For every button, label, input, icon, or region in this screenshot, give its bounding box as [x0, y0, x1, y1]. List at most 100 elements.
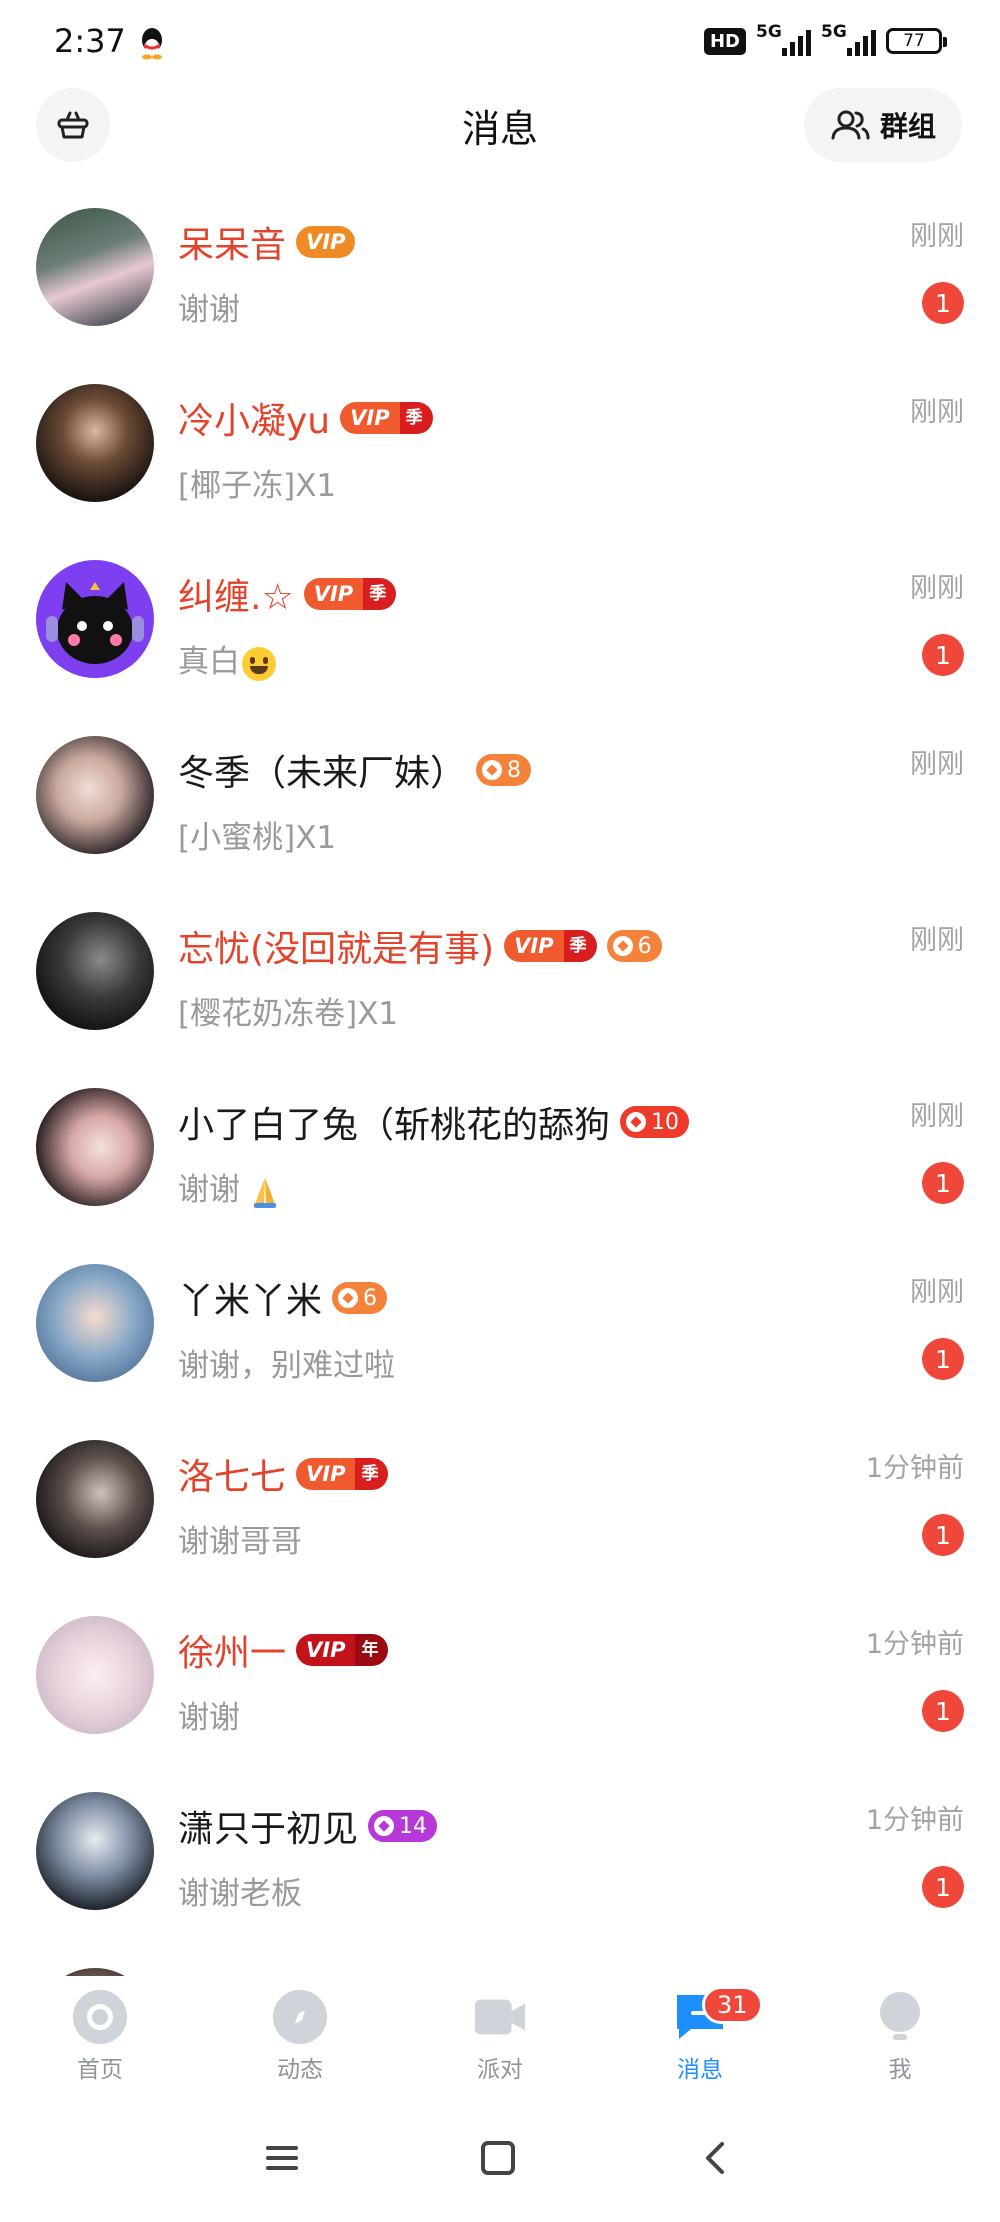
message-count-badge: 31 [702, 1986, 763, 2024]
avatar[interactable] [36, 1264, 154, 1382]
conversation-item[interactable]: 忘忧(没回就是有事) VIP 季 6 [樱花奶冻卷]X1 刚刚 [0, 900, 1000, 1076]
unread-badge: 1 [922, 1162, 964, 1204]
system-nav-bar [0, 2120, 1000, 2220]
message-preview: [樱花奶冻卷]X1 [178, 996, 399, 1032]
unread-badge: 1 [922, 1690, 964, 1732]
home-nav-icon[interactable] [478, 2138, 518, 2178]
avatar[interactable] [36, 384, 154, 502]
profile-icon [873, 1990, 927, 2044]
message-preview: 真白 [178, 636, 276, 681]
avatar[interactable] [36, 1616, 154, 1734]
tab-feed[interactable]: 动态 [200, 1990, 400, 2100]
avatar[interactable] [36, 1088, 154, 1206]
unread-badge: 1 [922, 282, 964, 324]
conversation-item[interactable]: 冬季（未来厂妹） 8 [小蜜桃]X1 刚刚 [0, 724, 1000, 900]
battery-icon: 77 [886, 28, 947, 54]
message-time: 1分钟前 [865, 1453, 964, 1484]
avatar[interactable] [36, 912, 154, 1030]
conversation-item[interactable]: 洛七七 VIP 季 谢谢哥哥 1分钟前 1 [0, 1428, 1000, 1604]
hd-indicator: HD [703, 27, 746, 55]
message-time: 刚刚 [910, 1101, 964, 1132]
message-preview: 谢谢 [178, 1700, 240, 1736]
conversation-item[interactable]: 呆呆音 VIP 谢谢 刚刚 1 [0, 196, 1000, 372]
message-time: 刚刚 [910, 221, 964, 252]
menu-icon[interactable] [262, 2138, 302, 2178]
tab-label: 首页 [77, 2057, 123, 2083]
unread-badge: 1 [922, 1866, 964, 1908]
status-bar: 2:37 HD 5G 5G 77 [0, 0, 1000, 88]
pray-emoji-icon [253, 1177, 276, 1208]
vip-badge: VIP 季 [504, 930, 597, 962]
contact-name: 徐州一 [178, 1633, 287, 1674]
video-camera-icon [473, 1990, 527, 2044]
status-time: 2:37 [54, 22, 126, 60]
message-preview: 谢谢 [178, 1164, 280, 1209]
avatar[interactable] [36, 1440, 154, 1558]
message-time: 刚刚 [910, 1277, 964, 1308]
cat-avatar-icon [46, 582, 144, 664]
message-time: 刚刚 [910, 573, 964, 604]
tab-label: 动态 [277, 2057, 323, 2083]
compass-icon [273, 1990, 327, 2044]
contact-name: 潇只于初见 [178, 1809, 359, 1850]
vip-badge: VIP 季 [340, 402, 433, 434]
conversation-item[interactable]: 冷小凝yu VIP 季 [椰子冻]X1 刚刚 [0, 372, 1000, 548]
avatar[interactable] [36, 736, 154, 854]
message-time: 1分钟前 [865, 1629, 964, 1660]
contact-name: 冬季（未来厂妹） [178, 753, 467, 794]
contact-name: 忘忧(没回就是有事) [178, 929, 495, 970]
contact-name: 洛七七 [178, 1457, 287, 1498]
tab-label: 我 [888, 2057, 912, 2083]
unread-badge: 1 [922, 1514, 964, 1556]
home-icon [73, 1990, 127, 2044]
tab-me[interactable]: 我 [800, 1990, 1000, 2100]
contact-name: 呆呆音 [178, 225, 287, 266]
signal-icon: 5G [756, 22, 811, 56]
group-icon [831, 110, 870, 140]
tab-label: 消息 [677, 2057, 723, 2083]
group-label: 群组 [879, 110, 936, 143]
message-preview: 谢谢哥哥 [178, 1524, 302, 1560]
back-icon[interactable] [696, 2138, 736, 2178]
conversation-item[interactable]: 徐州一 VIP 年 谢谢 1分钟前 1 [0, 1604, 1000, 1780]
avatar[interactable] [36, 1792, 154, 1910]
group-button[interactable]: 群组 [804, 88, 962, 162]
message-time: 刚刚 [910, 925, 964, 956]
vip-badge: VIP [296, 226, 356, 258]
level-badge: 6 [332, 1282, 388, 1314]
vip-badge: VIP 季 [296, 1458, 389, 1490]
contact-name: 冷小凝yu [178, 401, 331, 442]
contact-name: 小了白了兔（斩桃花的舔狗 [178, 1105, 611, 1146]
level-badge: 10 [620, 1106, 690, 1138]
avatar[interactable] [36, 560, 154, 678]
tab-party[interactable]: 派对 [400, 1990, 600, 2100]
tab-home[interactable]: 首页 [0, 1990, 200, 2100]
avatar[interactable] [36, 208, 154, 326]
message-preview: [椰子冻]X1 [178, 468, 337, 504]
qq-icon [142, 28, 162, 60]
conversation-item[interactable] [0, 1956, 1000, 1976]
message-preview: 谢谢 [178, 292, 240, 328]
message-preview: [小蜜桃]X1 [178, 820, 337, 856]
level-badge: 14 [368, 1810, 438, 1842]
signal-icon-2: 5G [821, 22, 876, 56]
vip-badge: VIP 季 [303, 578, 397, 610]
message-time: 刚刚 [910, 397, 964, 428]
message-preview: 谢谢，别难过啦 [178, 1348, 395, 1384]
conversation-item[interactable]: 小了白了兔（斩桃花的舔狗 10 谢谢 刚刚 1 [0, 1076, 1000, 1252]
contact-name: 纠缠.☆ [178, 577, 294, 618]
message-time: 刚刚 [910, 749, 964, 780]
tab-messages[interactable]: 消息 31 [600, 1986, 800, 2100]
unread-badge: 1 [922, 1338, 964, 1380]
contact-name: 丫米丫米 [178, 1281, 323, 1322]
level-badge: 8 [476, 754, 532, 786]
smile-emoji-icon [242, 646, 276, 681]
tab-label: 派对 [477, 2057, 523, 2083]
level-badge: 6 [606, 930, 662, 962]
conversation-list: 呆呆音 VIP 谢谢 刚刚 1 冷小凝yu VIP 季 [椰子冻]X1 刚刚 纠… [0, 196, 1000, 1976]
conversation-item[interactable]: 纠缠.☆ VIP 季 真白 刚刚 1 [0, 548, 1000, 724]
vip-badge: VIP 年 [296, 1634, 389, 1666]
avatar[interactable] [36, 1968, 154, 1976]
conversation-item[interactable]: 潇只于初见 14 谢谢老板 1分钟前 1 [0, 1780, 1000, 1956]
conversation-item[interactable]: 丫米丫米 6 谢谢，别难过啦 刚刚 1 [0, 1252, 1000, 1428]
